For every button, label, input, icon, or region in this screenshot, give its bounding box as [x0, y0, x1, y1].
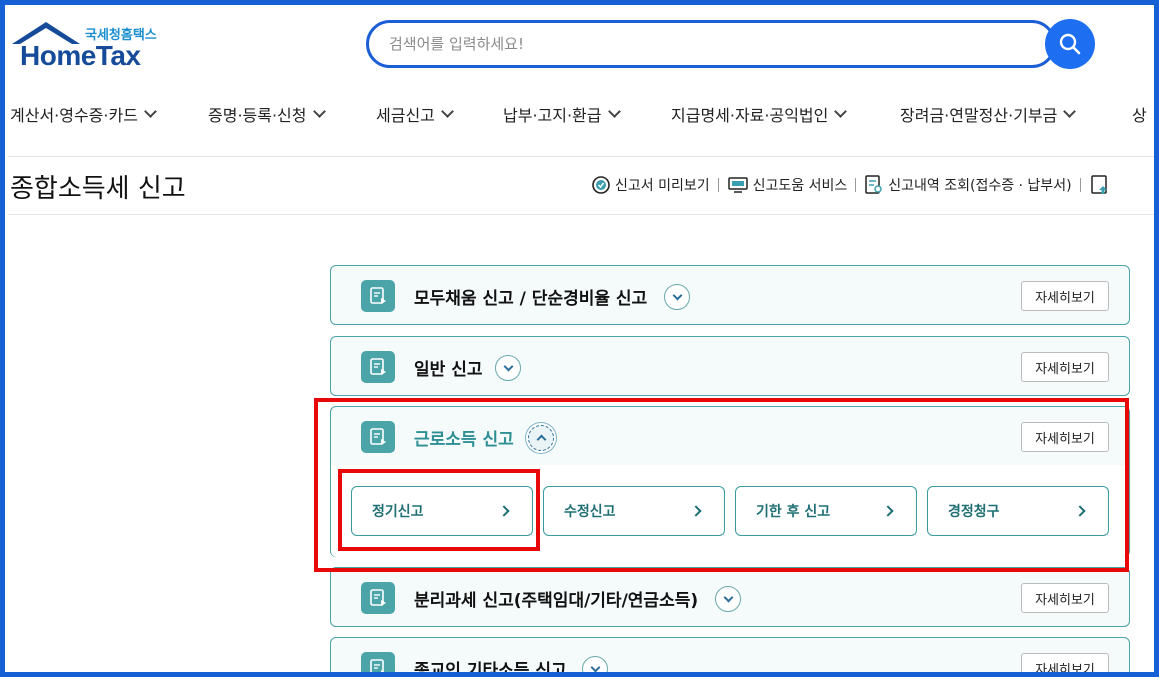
sub-button-label: 기한 후 신고	[756, 504, 831, 520]
expand-toggle[interactable]	[495, 355, 521, 381]
detail-button[interactable]: 자세히보기	[1021, 583, 1109, 613]
search-input[interactable]	[389, 23, 989, 65]
preview-link[interactable]: 신고서 미리보기	[591, 175, 710, 195]
report-form-icon	[361, 652, 395, 677]
accordion-header[interactable]: 모두채움 신고 / 단순경비율 신고 자세히보기	[331, 266, 1129, 324]
report-form-icon	[361, 351, 395, 383]
logo-text: HomeTax	[20, 40, 141, 71]
correction-claim-button[interactable]: 경정청구	[927, 486, 1109, 536]
detail-button[interactable]: 자세히보기	[1021, 653, 1109, 677]
nav-item-more[interactable]: 상	[1132, 102, 1147, 126]
chevron-down-icon	[144, 105, 157, 118]
nav-label: 증명·등록·신청	[208, 106, 307, 125]
accordion-separate-tax: 분리과세 신고(주택임대/기타/연금소득) 자세히보기	[330, 567, 1130, 627]
expand-toggle[interactable]	[715, 586, 741, 612]
accordion-all-fill: 모두채움 신고 / 단순경비율 신고 자세히보기	[330, 265, 1130, 325]
nav-label: 장려금·연말정산·기부금	[900, 106, 1058, 125]
chevron-right-icon	[1074, 505, 1086, 517]
accordion-header[interactable]: 일반 신고 자세히보기	[331, 337, 1129, 395]
search-icon	[1059, 33, 1081, 55]
detail-button[interactable]: 자세히보기	[1021, 281, 1109, 311]
preview-check-icon	[592, 176, 610, 194]
monitor-help-icon	[727, 177, 748, 193]
accordion-title: 근로소득 신고	[414, 430, 514, 450]
chevron-down-icon	[312, 105, 326, 118]
detail-button[interactable]: 자세히보기	[1021, 422, 1109, 452]
chevron-right-icon	[882, 505, 894, 517]
report-form-icon	[361, 582, 395, 614]
chevron-down-icon	[723, 592, 733, 603]
upload-tool-link[interactable]	[1089, 174, 1111, 196]
tool-label: 신고서 미리보기	[615, 178, 710, 194]
nav-item-tax-report[interactable]: 세금신고	[376, 102, 454, 126]
nav-label: 계산서·영수증·카드	[10, 106, 138, 125]
chevron-down-icon	[590, 662, 600, 673]
nav-item-invoice[interactable]: 계산서·영수증·카드	[10, 102, 157, 126]
accordion-header[interactable]: 종교인 기타소득 신고 자세히보기	[331, 638, 1129, 677]
upload-document-icon	[1090, 175, 1107, 194]
tool-label: 신고도움 서비스	[752, 178, 848, 194]
amended-report-button[interactable]: 수정신고	[543, 486, 725, 536]
chevron-down-icon	[503, 361, 513, 372]
late-report-button[interactable]: 기한 후 신고	[735, 486, 917, 536]
chevron-down-icon	[1063, 105, 1077, 118]
main-nav: 계산서·영수증·카드 증명·등록·신청 세금신고 납부·고지·환급 지급명세·자…	[0, 96, 1159, 132]
chevron-right-icon	[498, 505, 510, 517]
accordion-earned-income: 근로소득 신고 자세히보기 정기신고 수정신고 기한 후 신고 경정청구	[330, 406, 1130, 557]
help-service-link[interactable]: 신고도움 서비스	[727, 175, 848, 195]
nav-label: 지급명세·자료·공익법인	[671, 106, 829, 125]
title-toolbar: 신고서 미리보기 신고도움 서비스 신고내역 조회(접수증 · 납부서)	[591, 174, 1111, 196]
history-inquiry-link[interactable]: 신고내역 조회(접수증 · 납부서)	[864, 174, 1072, 196]
divider	[8, 214, 1159, 215]
chevron-down-icon	[607, 105, 621, 118]
accordion-title: 일반 신고	[414, 360, 483, 380]
regular-report-button[interactable]: 정기신고	[351, 486, 533, 536]
separator	[1079, 178, 1081, 192]
page-title: 종합소득세 신고	[10, 174, 186, 204]
divider	[8, 156, 1159, 157]
report-form-icon	[361, 421, 395, 453]
chevron-up-icon	[536, 434, 546, 445]
nav-item-certificate[interactable]: 증명·등록·신청	[208, 102, 326, 126]
accordion-header[interactable]: 근로소득 신고 자세히보기	[331, 407, 1129, 465]
accordion-general: 일반 신고 자세히보기	[330, 336, 1130, 396]
nav-label: 세금신고	[376, 106, 435, 125]
accordion-title: 종교인 기타소득 신고	[414, 661, 567, 677]
hometax-logo[interactable]: 국세청홈택스 HomeTax	[10, 20, 170, 72]
accordion-title: 분리과세 신고(주택임대/기타/연금소득)	[414, 591, 699, 611]
submenu-panel: 정기신고 수정신고 기한 후 신고 경정청구	[331, 465, 1129, 557]
search-box	[366, 20, 1056, 68]
nav-item-payment-statement[interactable]: 지급명세·자료·공익법인	[671, 102, 848, 126]
accordion-header[interactable]: 분리과세 신고(주택임대/기타/연금소득) 자세히보기	[331, 568, 1129, 626]
expand-toggle[interactable]	[664, 284, 690, 310]
sub-button-label: 경정청구	[948, 504, 1000, 520]
search-button[interactable]	[1045, 19, 1095, 69]
chevron-down-icon	[834, 105, 848, 118]
sub-button-label: 정기신고	[372, 504, 424, 520]
detail-button[interactable]: 자세히보기	[1021, 352, 1109, 382]
chevron-down-icon	[672, 290, 682, 301]
separator	[717, 178, 719, 192]
chevron-down-icon	[441, 105, 454, 118]
document-search-icon	[865, 175, 882, 194]
nav-label: 상	[1132, 106, 1147, 125]
nav-item-incentive[interactable]: 장려금·연말정산·기부금	[900, 102, 1077, 126]
report-form-icon	[361, 280, 395, 312]
separator	[855, 178, 857, 192]
accordion-religious-income: 종교인 기타소득 신고 자세히보기	[330, 637, 1130, 677]
nav-label: 납부·고지·환급	[503, 106, 602, 125]
accordion-title: 모두채움 신고 / 단순경비율 신고	[414, 289, 648, 309]
nav-item-payment[interactable]: 납부·고지·환급	[503, 102, 621, 126]
tool-label: 신고내역 조회(접수증 · 납부서)	[888, 178, 1072, 194]
expand-toggle[interactable]	[582, 656, 608, 677]
collapse-toggle[interactable]	[528, 425, 554, 451]
sub-button-label: 수정신고	[564, 504, 616, 520]
chevron-right-icon	[690, 505, 702, 517]
